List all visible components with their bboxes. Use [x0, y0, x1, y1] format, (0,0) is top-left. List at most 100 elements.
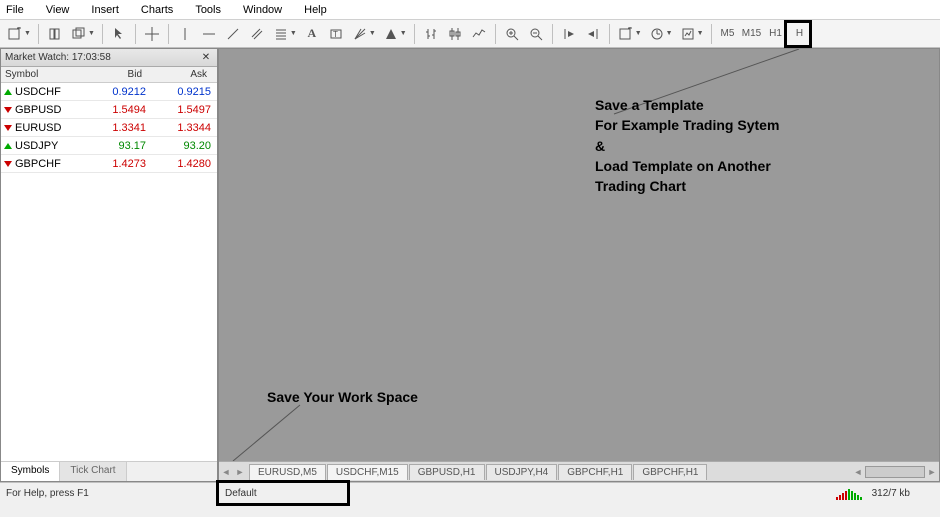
shapes-button[interactable]	[380, 23, 402, 45]
chart-area[interactable]: Save a TemplateFor Example Trading Sytem…	[218, 48, 940, 482]
bid-price: 0.9212	[81, 86, 146, 98]
cursor-button[interactable]	[108, 23, 130, 45]
chart-shift-button[interactable]	[582, 23, 604, 45]
status-help: For Help, press F1	[0, 488, 218, 499]
text-button[interactable]: A	[301, 23, 323, 45]
direction-icon	[4, 161, 12, 167]
symbol-name: USDCHF	[15, 86, 61, 98]
market-watch-row[interactable]: GBPCHF 1.42731.4280	[1, 155, 217, 173]
bid-price: 1.4273	[81, 158, 146, 170]
direction-icon	[4, 89, 12, 95]
dropdown-arrow-icon[interactable]: ▼	[400, 30, 409, 37]
dropdown-arrow-icon[interactable]: ▼	[635, 30, 644, 37]
menu-insert[interactable]: Insert	[91, 4, 119, 16]
header-ask[interactable]: Ask	[146, 67, 211, 82]
market-watch-row[interactable]: USDCHF 0.92120.9215	[1, 83, 217, 101]
direction-icon	[4, 143, 12, 149]
ask-price: 93.20	[146, 140, 211, 152]
dropdown-arrow-icon[interactable]: ▼	[88, 30, 97, 37]
header-symbol[interactable]: Symbol	[1, 67, 81, 82]
chart-tabs-bar: ◄ ► EURUSD,M5USDCHF,M15GBPUSD,H1USDJPY,H…	[219, 461, 939, 481]
chart-tab[interactable]: GBPCHF,H1	[633, 464, 707, 480]
direction-icon	[4, 125, 12, 131]
symbol-name: USDJPY	[15, 140, 58, 152]
market-watch-row[interactable]: USDJPY 93.1793.20	[1, 137, 217, 155]
profile-selector[interactable]: Default	[218, 483, 348, 504]
channel-button[interactable]	[246, 23, 268, 45]
zoom-in-button[interactable]	[501, 23, 523, 45]
menu-help[interactable]: Help	[304, 4, 327, 16]
windows-button[interactable]	[68, 23, 90, 45]
menu-tools[interactable]: Tools	[195, 4, 221, 16]
market-watch-row[interactable]: EURUSD 1.33411.3344	[1, 119, 217, 137]
market-watch-title: Market Watch: 17:03:58	[5, 52, 111, 63]
menu-window[interactable]: Window	[243, 4, 282, 16]
crosshair-button[interactable]	[141, 23, 163, 45]
dropdown-arrow-icon[interactable]: ▼	[369, 30, 378, 37]
symbol-name: EURUSD	[15, 122, 61, 134]
vertical-line-button[interactable]	[174, 23, 196, 45]
market-watch-rows: USDCHF 0.92120.9215 GBPUSD 1.54941.5497 EURU…	[1, 83, 217, 173]
market-watch-panel: Market Watch: 17:03:58 ✕ Symbol Bid Ask …	[0, 48, 218, 482]
gann-button[interactable]	[349, 23, 371, 45]
svg-text:T: T	[333, 30, 338, 39]
dropdown-arrow-icon[interactable]: ▼	[666, 30, 675, 37]
chart-tab[interactable]: EURUSD,M5	[249, 464, 326, 480]
scroll-right[interactable]: ►	[925, 464, 939, 480]
tab-scroll-left[interactable]: ◄	[219, 464, 233, 480]
periodicity-button[interactable]	[646, 23, 668, 45]
menu-charts[interactable]: Charts	[141, 4, 173, 16]
traffic-counter: 312/7 kb	[872, 488, 940, 499]
scrollbar[interactable]	[865, 466, 925, 478]
dropdown-arrow-icon[interactable]: ▼	[290, 30, 299, 37]
menu-bar: File View Insert Charts Tools Window Hel…	[0, 0, 940, 20]
ask-price: 1.5497	[146, 104, 211, 116]
bar-chart-button[interactable]	[420, 23, 442, 45]
close-icon[interactable]: ✕	[199, 51, 213, 65]
line-chart-button[interactable]	[468, 23, 490, 45]
direction-icon	[4, 107, 12, 113]
bid-price: 93.17	[81, 140, 146, 152]
horizontal-line-button[interactable]	[198, 23, 220, 45]
dropdown-arrow-icon[interactable]: ▼	[697, 30, 706, 37]
chart-tab[interactable]: USDJPY,H4	[486, 464, 558, 480]
connection-bars-icon	[836, 488, 862, 500]
tab-scroll-right[interactable]: ►	[233, 464, 247, 480]
symbol-name: GBPUSD	[15, 104, 61, 116]
annotation-template: Save a TemplateFor Example Trading Sytem…	[595, 95, 779, 196]
ask-price: 1.4280	[146, 158, 211, 170]
candle-chart-button[interactable]	[444, 23, 466, 45]
dropdown-arrow-icon[interactable]: ▼	[24, 30, 33, 37]
trendline-button[interactable]	[222, 23, 244, 45]
new-chart-button[interactable]	[4, 23, 26, 45]
chart-tab[interactable]: USDCHF,M15	[327, 464, 408, 480]
timeframe-m15[interactable]: M15	[741, 24, 763, 44]
scroll-left[interactable]: ◄	[851, 464, 865, 480]
chart-tab[interactable]: GBPUSD,H1	[409, 464, 485, 480]
menu-view[interactable]: View	[46, 4, 70, 16]
fibonacci-button[interactable]	[270, 23, 292, 45]
bid-price: 1.5494	[81, 104, 146, 116]
zoom-out-button[interactable]	[525, 23, 547, 45]
text-label-button[interactable]: T	[325, 23, 347, 45]
bid-price: 1.3341	[81, 122, 146, 134]
main-area: Market Watch: 17:03:58 ✕ Symbol Bid Ask …	[0, 48, 940, 482]
status-bar: For Help, press F1 Default 312/7 kb	[0, 482, 940, 504]
market-watch-row[interactable]: GBPUSD 1.54941.5497	[1, 101, 217, 119]
tab-tick-chart[interactable]: Tick Chart	[60, 462, 126, 481]
market-watch-tabs: Symbols Tick Chart	[1, 461, 217, 481]
symbol-name: GBPCHF	[15, 158, 61, 170]
ask-price: 0.9215	[146, 86, 211, 98]
indicators-button[interactable]	[615, 23, 637, 45]
auto-scroll-button[interactable]	[558, 23, 580, 45]
templates-button[interactable]	[677, 23, 699, 45]
market-watch-title-bar: Market Watch: 17:03:58 ✕	[1, 49, 217, 67]
header-bid[interactable]: Bid	[81, 67, 146, 82]
profiles-button[interactable]	[44, 23, 66, 45]
tab-symbols[interactable]: Symbols	[1, 462, 60, 481]
chart-tab[interactable]: GBPCHF,H1	[558, 464, 632, 480]
menu-file[interactable]: File	[6, 4, 24, 16]
annotation-workspace: Save Your Work Space	[267, 387, 418, 407]
timeframe-m5[interactable]: M5	[717, 24, 739, 44]
ask-price: 1.3344	[146, 122, 211, 134]
